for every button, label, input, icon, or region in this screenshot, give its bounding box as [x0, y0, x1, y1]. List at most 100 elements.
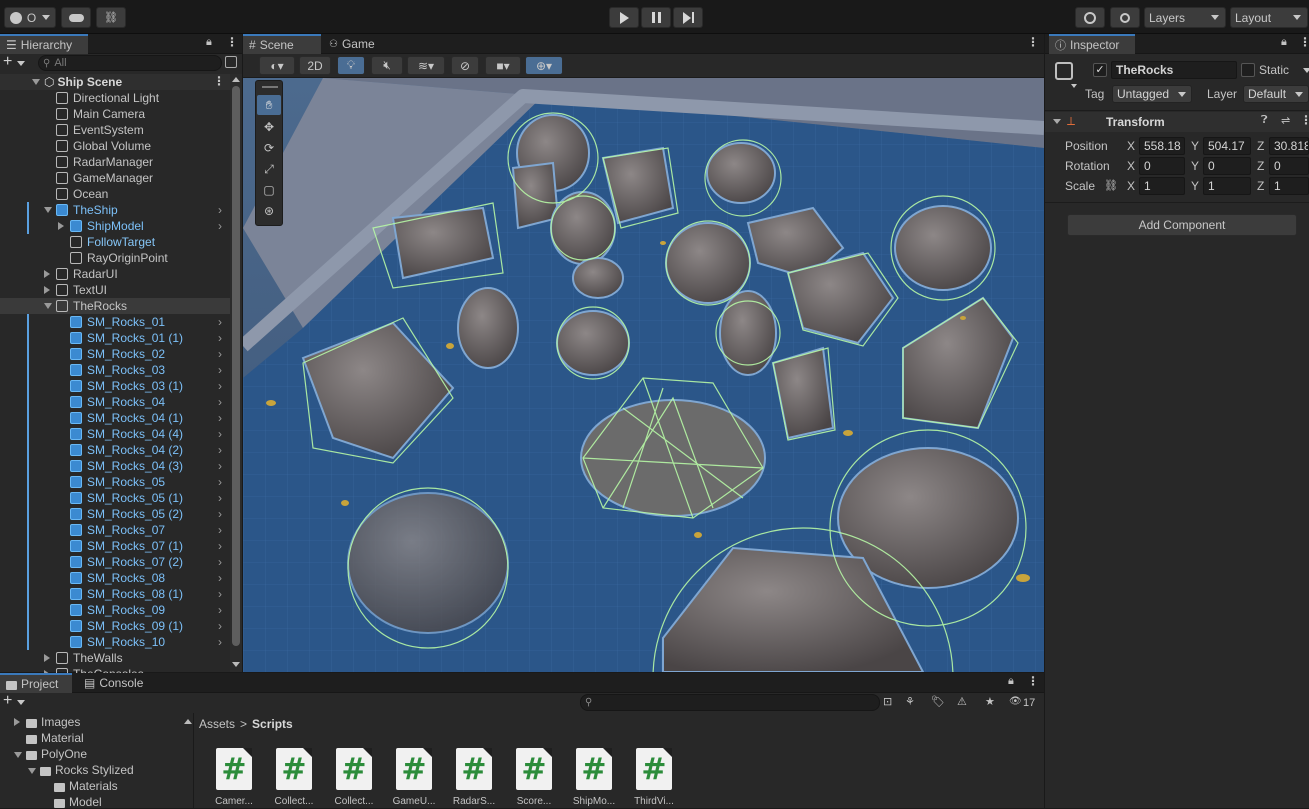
layout-dropdown[interactable]: Layout: [1230, 7, 1308, 28]
chevron-down-icon[interactable]: [1071, 84, 1077, 88]
lock-icon[interactable]: 🔒︎: [1281, 36, 1287, 49]
hierarchy-item[interactable]: SM_Rocks_01 (1) ›: [0, 330, 230, 346]
breadcrumb-assets[interactable]: Assets: [199, 717, 235, 731]
add-icon[interactable]: +: [3, 692, 12, 710]
chevron-right-icon[interactable]: ›: [218, 571, 222, 585]
hierarchy-item[interactable]: TheRocks: [0, 298, 230, 314]
script-asset[interactable]: # Collect...: [266, 748, 322, 808]
chevron-right-icon[interactable]: ›: [218, 203, 222, 217]
script-asset[interactable]: # ShipMo...: [566, 748, 622, 808]
search-button[interactable]: [1110, 7, 1140, 28]
tab-hierarchy[interactable]: ☰ Hierarchy: [0, 34, 88, 54]
transform-tool[interactable]: ⊛: [257, 201, 281, 221]
script-asset[interactable]: # ThirdVi...: [626, 748, 682, 808]
hierarchy-search-input[interactable]: ⚲ All: [38, 55, 222, 71]
rotate-tool[interactable]: ⟳: [257, 138, 281, 158]
scale-z-field[interactable]: 1: [1269, 177, 1309, 195]
hierarchy-item[interactable]: Ocean: [0, 186, 230, 202]
chevron-down-icon[interactable]: [1303, 68, 1309, 73]
static-checkbox[interactable]: [1241, 63, 1255, 77]
kebab-menu-icon[interactable]: ⋮: [1027, 674, 1039, 688]
chevron-right-icon[interactable]: ›: [218, 379, 222, 393]
visibility-toggle[interactable]: ⊘: [451, 56, 479, 75]
layers-dropdown[interactable]: Layers: [1144, 7, 1226, 28]
star-icon[interactable]: ★: [985, 695, 995, 708]
filter-type-icon[interactable]: ⚘: [905, 695, 915, 708]
lighting-toggle[interactable]: 💡︎: [337, 56, 365, 75]
chevron-right-icon[interactable]: ›: [218, 219, 222, 233]
chevron-down-icon[interactable]: [28, 763, 38, 777]
chevron-down-icon[interactable]: [32, 79, 40, 85]
chevron-right-icon[interactable]: ›: [218, 539, 222, 553]
cloud-button[interactable]: [61, 7, 91, 28]
kebab-menu-icon[interactable]: ⋮: [1299, 35, 1309, 49]
chevron-right-icon[interactable]: ›: [218, 363, 222, 377]
project-folder-item[interactable]: Images: [14, 715, 80, 729]
chevron-right-icon[interactable]: ›: [218, 475, 222, 489]
hierarchy-item[interactable]: RadarUI: [0, 266, 230, 282]
hierarchy-item[interactable]: SM_Rocks_10 ›: [0, 634, 230, 650]
scale-y-field[interactable]: 1: [1203, 177, 1251, 195]
tab-scene[interactable]: # Scene: [243, 34, 321, 54]
position-z-field[interactable]: 30.818: [1269, 137, 1309, 155]
help-icon[interactable]: ❓︎: [1261, 114, 1268, 127]
hierarchy-item[interactable]: SM_Rocks_07 (2) ›: [0, 554, 230, 570]
hierarchy-item[interactable]: SM_Rocks_07 (1) ›: [0, 538, 230, 554]
hierarchy-item[interactable]: SM_Rocks_01 ›: [0, 314, 230, 330]
project-folder-item[interactable]: Material: [14, 731, 84, 745]
hierarchy-item[interactable]: SM_Rocks_09 (1) ›: [0, 618, 230, 634]
filter-icon[interactable]: [225, 56, 237, 68]
tab-console[interactable]: ▤ Console: [78, 673, 156, 693]
chevron-right-icon[interactable]: ›: [218, 459, 222, 473]
script-asset[interactable]: # Collect...: [326, 748, 382, 808]
chevron-right-icon[interactable]: ›: [218, 347, 222, 361]
hierarchy-item[interactable]: SM_Rocks_05 (1) ›: [0, 490, 230, 506]
position-x-field[interactable]: 558.18: [1139, 137, 1185, 155]
position-y-field[interactable]: 504.17: [1203, 137, 1251, 155]
scroll-up-icon[interactable]: [232, 77, 240, 82]
scroll-up-icon[interactable]: [184, 719, 192, 724]
palette-grip[interactable]: [262, 86, 278, 88]
scale-x-field[interactable]: 1: [1139, 177, 1185, 195]
lock-icon[interactable]: 🔒︎: [206, 36, 212, 49]
label-icon[interactable]: 🏷︎: [931, 695, 945, 708]
chevron-right-icon[interactable]: ›: [218, 395, 222, 409]
chevron-right-icon[interactable]: ›: [218, 587, 222, 601]
hierarchy-item[interactable]: GameManager: [0, 170, 230, 186]
search-by-type-icon[interactable]: ⊡: [883, 695, 892, 708]
hierarchy-item[interactable]: RadarManager: [0, 154, 230, 170]
hierarchy-item[interactable]: SM_Rocks_04 ›: [0, 394, 230, 410]
chevron-right-icon[interactable]: ›: [218, 427, 222, 441]
hierarchy-item[interactable]: SM_Rocks_04 (1) ›: [0, 410, 230, 426]
preset-icon[interactable]: ⇌: [1281, 114, 1290, 127]
project-search-input[interactable]: ⚲: [580, 694, 880, 711]
hierarchy-item[interactable]: SM_Rocks_02 ›: [0, 346, 230, 362]
hierarchy-item[interactable]: SM_Rocks_04 (2) ›: [0, 442, 230, 458]
camera-dropdown[interactable]: ■▾: [485, 56, 521, 75]
chevron-down-icon[interactable]: [17, 700, 25, 705]
hierarchy-item[interactable]: TextUI: [0, 282, 230, 298]
chevron-down-icon[interactable]: [44, 207, 52, 213]
rect-tool[interactable]: ▢: [257, 180, 281, 200]
script-asset[interactable]: # Score...: [506, 748, 562, 808]
effects-dropdown[interactable]: ≋▾: [407, 56, 445, 75]
hierarchy-scroll-thumb[interactable]: [232, 86, 240, 646]
script-asset[interactable]: # Camer...: [206, 748, 262, 808]
hierarchy-item[interactable]: Directional Light: [0, 90, 230, 106]
toggle-2d-button[interactable]: 2D: [299, 56, 331, 75]
kebab-menu-icon[interactable]: ⋮: [213, 74, 225, 88]
chevron-right-icon[interactable]: [14, 715, 24, 729]
hierarchy-item[interactable]: SM_Rocks_03 ›: [0, 362, 230, 378]
warning-icon[interactable]: ⚠︎: [957, 695, 967, 708]
hierarchy-item[interactable]: RayOriginPoint: [0, 250, 230, 266]
scroll-down-icon[interactable]: [232, 662, 240, 667]
layer-dropdown[interactable]: Default: [1243, 85, 1309, 103]
chevron-right-icon[interactable]: ›: [218, 603, 222, 617]
chevron-right-icon[interactable]: [58, 222, 64, 230]
chevron-right-icon[interactable]: ›: [218, 331, 222, 345]
play-button[interactable]: [609, 7, 639, 28]
hierarchy-item[interactable]: TheWalls: [0, 650, 230, 666]
chevron-right-icon[interactable]: [44, 286, 50, 294]
account-dropdown[interactable]: O: [4, 7, 56, 28]
eye-icon[interactable]: 👁︎: [1009, 696, 1022, 707]
